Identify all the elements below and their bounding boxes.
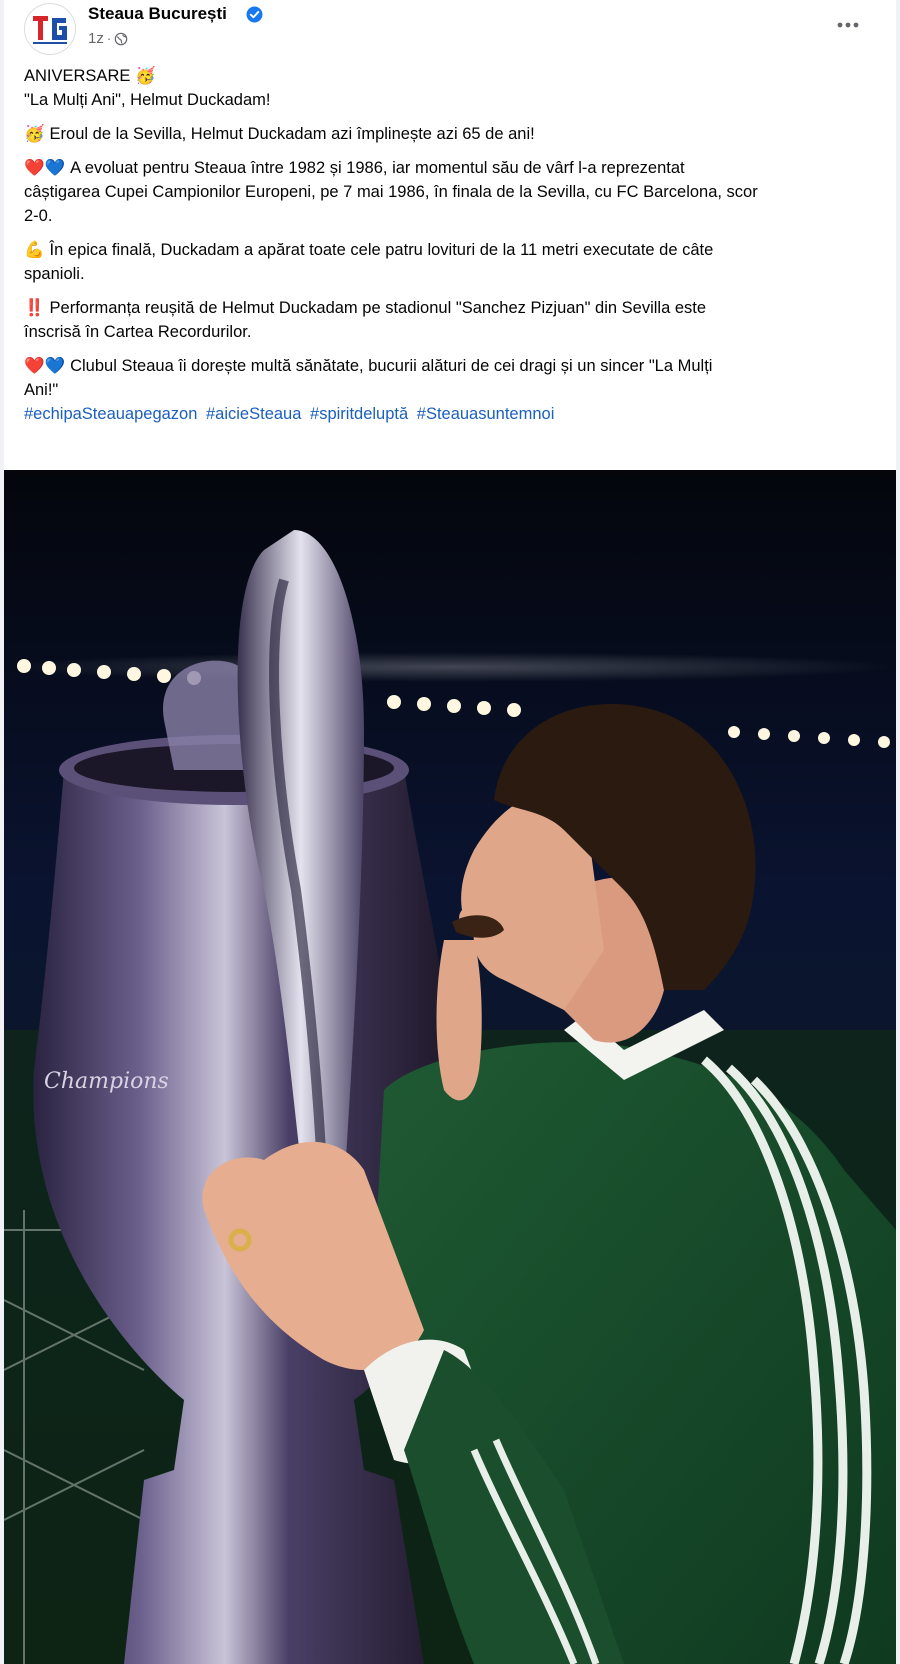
globe-icon[interactable] (114, 32, 128, 46)
paragraph-career: ❤️💙 A evoluat pentru Steaua între 1982 și… (24, 156, 884, 228)
paragraph-text: Performanța reușită de Helmut Duckadam p… (49, 299, 707, 317)
hashtag-link[interactable]: #aicieSteaua (206, 405, 301, 423)
party-emoji-icon: 🥳 (24, 125, 45, 143)
post-timestamp[interactable]: 1z (88, 30, 104, 47)
paragraph-text: Ani!" (24, 381, 59, 399)
hashtag-link[interactable]: #spiritdeluptă (310, 405, 408, 423)
steaua-logo-icon (26, 5, 74, 53)
hashtag-link[interactable]: #Steauasuntemnoi (417, 405, 555, 423)
hashtag-link[interactable]: #echipaSteauapegazon (24, 405, 197, 423)
avatar[interactable] (24, 3, 76, 55)
paragraph-text: 2-0. (24, 207, 53, 225)
more-options-icon (837, 22, 859, 28)
post-photo[interactable]: Champions (4, 470, 896, 1664)
paragraph-record: ‼️ Performanța reușită de Helmut Duckadam… (24, 296, 884, 344)
more-options-button[interactable] (830, 10, 866, 40)
paragraph-title: ANIVERSARE 🥳 "La Mulți Ani", Helmut Duck… (24, 64, 884, 112)
hearts-emoji-icon: ❤️💙 (24, 159, 66, 177)
flexed-biceps-emoji-icon: 💪 (24, 241, 45, 259)
paragraph-final: 💪 În epica finală, Duckadam a apărat toat… (24, 238, 884, 286)
paragraph-wishes: ❤️💙 Clubul Steaua îi dorește multă sănăta… (24, 354, 884, 402)
double-exclamation-emoji-icon: ‼️ (24, 299, 45, 317)
hashtag-list: #echipaSteauapegazon #aicieSteaua #spiri… (24, 402, 884, 426)
greeting-line: "La Mulți Ani", Helmut Duckadam! (24, 91, 271, 109)
post-meta: 1z · (88, 30, 128, 47)
hearts-emoji-icon: ❤️💙 (24, 357, 66, 375)
paragraph-text: spanioli. (24, 265, 85, 283)
verified-badge-icon (246, 6, 263, 23)
paragraph-text: A evoluat pentru Steaua între 1982 și 19… (70, 159, 685, 177)
paragraph-hero: 🥳 Eroul de la Sevilla, Helmut Duckadam az… (24, 122, 884, 146)
post-header: Steaua București 1z · (4, 0, 896, 60)
page-name[interactable]: Steaua București (88, 4, 227, 24)
paragraph-text: înscrisă în Cartea Recordurilor. (24, 323, 252, 341)
paragraph-text: câștigarea Cupei Campionilor Europeni, p… (24, 183, 758, 201)
anniversary-heading: ANIVERSARE 🥳 (24, 67, 156, 85)
facebook-post: Steaua București 1z · ANIVERSARE 🥳 "La M… (4, 0, 896, 1664)
trophy-engraving: Champions (44, 1069, 169, 1094)
goalkeeper-trophy-photo: Champions (4, 470, 896, 1664)
paragraph-text: Clubul Steaua îi dorește multă sănătate,… (70, 357, 713, 375)
paragraph-text: În epica finală, Duckadam a apărat toate… (49, 241, 714, 259)
meta-separator: · (106, 31, 112, 46)
paragraph-text: Eroul de la Sevilla, Helmut Duckadam azi… (49, 125, 535, 143)
post-body: ANIVERSARE 🥳 "La Mulți Ani", Helmut Duck… (24, 64, 884, 426)
